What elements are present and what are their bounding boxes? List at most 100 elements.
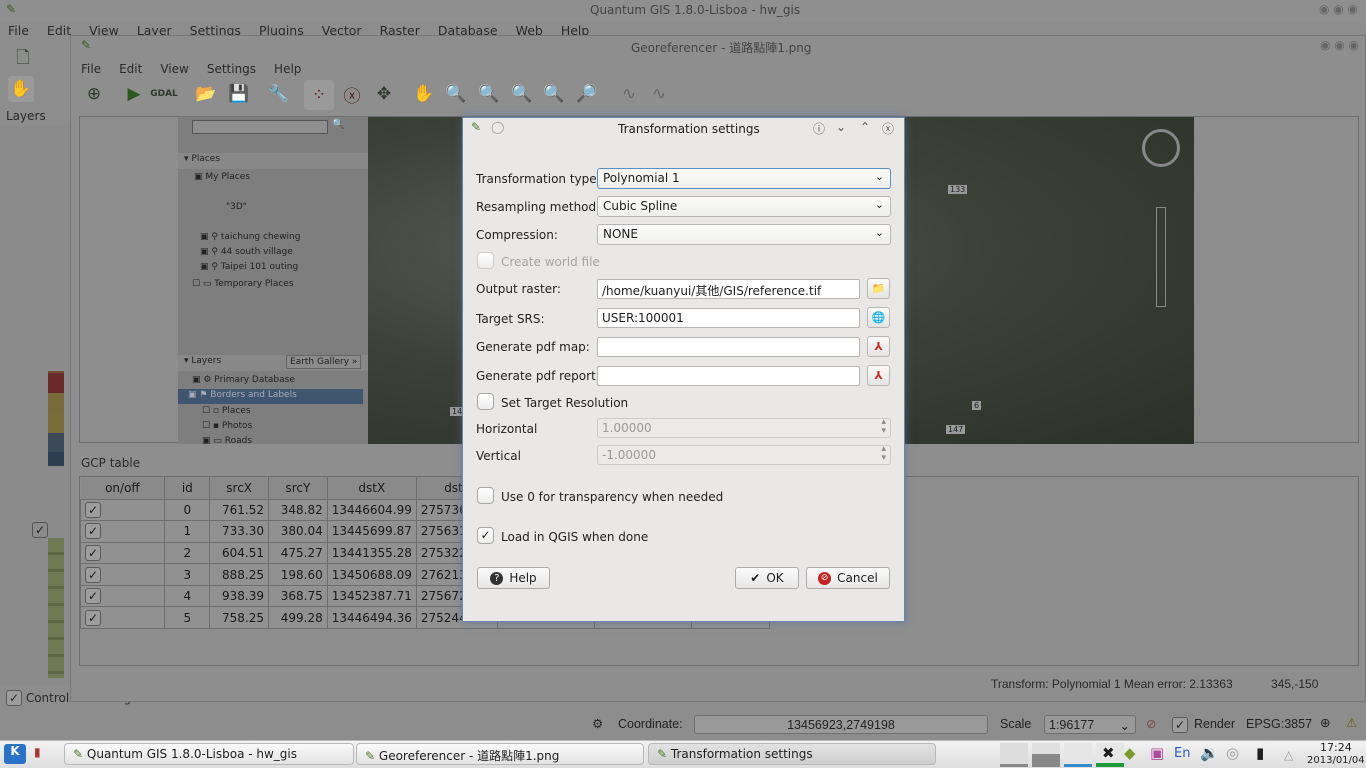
column-header[interactable]: srcX [209,477,270,500]
zoom-layer-icon[interactable]: 🔍 [509,81,535,107]
gcp-srcx-cell[interactable]: 888.25 [209,563,270,586]
gcp-id-cell[interactable]: 5 [164,606,211,630]
dropbox-icon[interactable]: ✖ [1102,744,1115,762]
chat-icon[interactable]: ▣ [1150,744,1164,762]
gcp-srcx-cell[interactable]: 758.25 [209,606,270,630]
task-qgis[interactable]: ✎ Quantum GIS 1.8.0-Lisboa - hw_gis [64,743,354,765]
network-icon[interactable]: ◎ [1226,744,1239,762]
gcp-enabled-checkbox[interactable]: ✓ [85,588,101,605]
gcp-enabled-checkbox[interactable]: ✓ [85,501,101,518]
set-target-resolution-checkbox[interactable] [477,393,494,410]
places-header[interactable]: ▾ Places [178,153,368,169]
menu-edit[interactable]: Edit [47,23,71,38]
transformation-type-select[interactable]: Polynomial 1 ⌄ [597,168,891,189]
layer-item[interactable]: ▣ ▭ Roads [202,436,252,446]
gcp-enabled-cell[interactable]: ✓ [79,520,166,543]
layer-item-selected[interactable]: ▣ ⚑ Borders and Labels [178,389,363,404]
dialog-menu-button[interactable]: ◯ [491,120,504,134]
help-title-icon[interactable]: ⓘ [813,120,825,137]
render-checkbox[interactable]: ✓ [1172,717,1188,733]
georef-window-controls[interactable]: ◉ ◉ ◉ [1320,38,1359,52]
delete-point-icon[interactable]: ⓧ [339,81,365,107]
earth-panel[interactable]: 🔍 ▾ Places ▣ My Places "3D" ▣ ⚲ taichung… [178,117,368,446]
gcp-enabled-checkbox[interactable]: ✓ [85,566,101,583]
swap-monitor[interactable] [1064,743,1092,767]
menu-file[interactable]: File [8,23,29,38]
place-item[interactable]: ▣ ⚲ taichung chewing [200,232,300,242]
gcp-enabled-checkbox[interactable]: ✓ [85,609,101,626]
load-in-qgis-checkbox[interactable]: ✓ [477,527,494,544]
gcp-dstx-cell[interactable]: 13445699.87 [326,520,417,543]
control-rendering-checkbox[interactable]: ✓ [6,690,22,706]
pdf-map-input[interactable] [597,337,860,357]
gcp-enabled-cell[interactable]: ✓ [79,541,166,565]
output-raster-input[interactable]: /home/kuanyui/其他/GIS/reference.tif [597,279,860,299]
cpu-monitor[interactable] [1000,743,1028,767]
open-raster-icon[interactable]: ⊕ [81,81,107,107]
new-project-icon[interactable]: 🗋 [10,46,36,72]
compression-select[interactable]: NONE ⌄ [597,224,891,245]
georef-menu-bar[interactable]: File Edit View Settings Help [81,62,319,76]
layers-panel[interactable]: ✓ [0,126,70,686]
battery-icon[interactable]: ▮ [1256,744,1264,762]
georef-menu-file[interactable]: File [81,62,101,76]
use-zero-transparency-checkbox[interactable] [477,487,494,504]
maximize-icon[interactable]: ⌃ [860,120,870,134]
stop-render-icon[interactable]: ⊘ [1146,716,1156,731]
volume-icon[interactable]: 🔉 [1200,744,1219,762]
place-item[interactable]: ▣ ⚲ 44 south village [200,247,293,257]
gcp-id-cell[interactable]: 0 [164,498,211,522]
scale-combo[interactable]: 1:96177 ⌄ [1044,715,1136,734]
memory-monitor[interactable] [1032,743,1060,767]
cancel-button[interactable]: ⊘ Cancel [806,567,890,589]
zoom-next-icon[interactable]: 🔎 [574,81,600,107]
layer-item[interactable]: ☐ ▪ Photos [202,421,252,431]
task-transformation-settings[interactable]: ✎ Transformation settings [648,743,936,765]
resampling-select[interactable]: Cubic Spline ⌄ [597,196,891,217]
gcp-srcx-cell[interactable]: 604.51 [209,541,270,565]
transformation-settings-icon[interactable]: 🔧 [266,81,292,107]
place-item[interactable]: ▣ ⚲ Taipei 101 outing [200,262,298,272]
zoom-in-icon[interactable]: 🔍 [443,81,469,107]
gcp-enabled-checkbox[interactable]: ✓ [85,544,101,561]
gcp-srcx-cell[interactable]: 733.30 [209,520,270,543]
layer-item[interactable]: ☐ ▫ Places [202,406,251,416]
gcp-srcy-cell[interactable]: 380.04 [268,520,328,543]
georef-menu-settings[interactable]: Settings [207,62,256,76]
navigation-compass-icon[interactable] [1142,129,1180,167]
earth-search-input[interactable] [192,120,328,134]
gcp-enabled-checkbox[interactable]: ✓ [85,523,101,540]
warning-icon[interactable]: ⚠ [1346,715,1357,730]
georef-pan-icon[interactable]: ✋ [411,81,437,107]
minimize-icon[interactable]: ⌄ [836,120,846,134]
column-header[interactable]: dstX [327,477,417,500]
gcp-enabled-cell[interactable]: ✓ [79,584,166,608]
gcp-srcx-cell[interactable]: 761.52 [209,498,270,522]
add-point-icon[interactable]: ⁘ [304,80,334,110]
earth-gallery-button[interactable]: Earth Gallery » [286,355,362,369]
link-qgis-icon[interactable]: ∿ [646,81,672,107]
gcp-id-cell[interactable]: 2 [164,541,211,565]
gdal-script-icon[interactable]: GDAL [150,81,178,107]
epsg-label[interactable]: EPSG:3857 [1246,717,1312,731]
expand-tray-icon[interactable]: △ [1284,748,1293,762]
help-button[interactable]: ? Help [477,567,550,589]
pdf-report-input[interactable] [597,366,860,386]
gcp-id-cell[interactable]: 1 [164,520,211,543]
gcp-dstx-cell[interactable]: 13450688.09 [326,563,417,586]
input-method-icon[interactable]: En [1174,746,1190,761]
stacks-icon[interactable]: ◆ [1124,744,1136,762]
coordinate-field[interactable]: 13456923,2749198 [694,715,988,734]
gcp-srcy-cell[interactable]: 368.75 [268,584,328,608]
place-item[interactable]: ▣ My Places [194,172,250,182]
start-georeferencing-icon[interactable]: ▶ [121,81,147,107]
gcp-dstx-cell[interactable]: 13446494.36 [326,606,417,630]
gcp-srcx-cell[interactable]: 938.39 [209,584,270,608]
kde-menu-icon[interactable]: K [4,744,26,764]
gcp-enabled-cell[interactable]: ✓ [79,563,166,586]
gcp-srcy-cell[interactable]: 198.60 [268,563,328,586]
earth-search-icon[interactable]: 🔍 [332,119,344,130]
gcp-enabled-cell[interactable]: ✓ [79,498,166,522]
gcp-dstx-cell[interactable]: 13441355.28 [326,541,417,565]
close-icon[interactable]: ⓧ [882,120,894,137]
